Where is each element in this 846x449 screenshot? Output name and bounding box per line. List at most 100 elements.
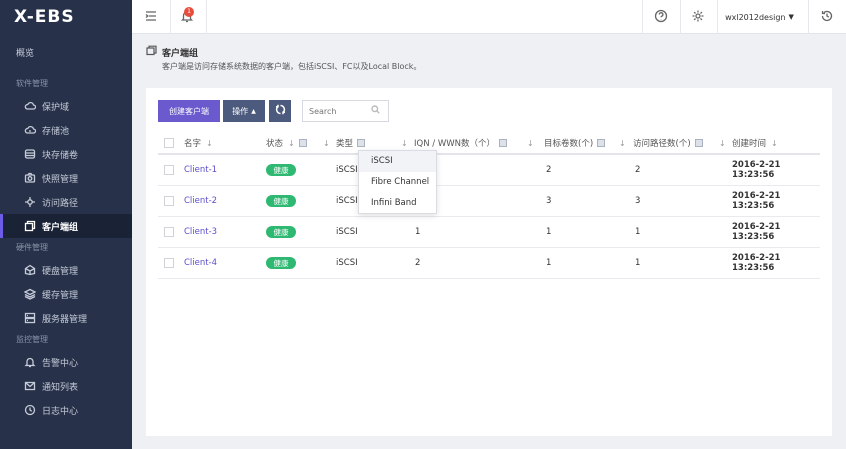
sidebar-item-storage-pool[interactable]: 存储池 [0,118,132,142]
sidebar-item-client-group[interactable]: 客户端组 [0,214,132,238]
filter-icon[interactable] [597,139,606,147]
filter-icon[interactable] [694,139,703,147]
client-name-link[interactable]: Client-2 [184,186,217,216]
dropdown-option-infini-band[interactable]: Infini Band [359,193,436,214]
sidebar-item-alerts[interactable]: 告警中心 [0,350,132,374]
sidebar-item-protection-domain[interactable]: 保护域 [0,94,132,118]
type-filter-dropdown: iSCSI Fibre Channel Infini Band [358,150,437,214]
iqn-count: 1 [415,227,421,237]
filter-icon[interactable] [499,139,507,147]
help-icon [654,9,668,26]
header-divider [642,0,643,34]
client-group-icon [146,45,162,59]
column-name[interactable]: 名字 ↓ [184,133,213,153]
search-icon[interactable] [371,105,380,117]
path-count: 2 [635,165,641,175]
bell-icon [24,356,36,368]
brand-logo: X-EBS [14,7,75,27]
column-paths[interactable]: 访问路径数(个) [633,133,703,153]
column-sort[interactable]: ↓ [614,133,626,153]
settings-button[interactable] [683,0,713,34]
sidebar-item-block-volume[interactable]: 块存储卷 [0,142,132,166]
status-badge: 健康 [266,164,296,176]
history-button[interactable] [812,0,842,34]
sort-icon: ↓ [206,138,213,148]
sidebar-item-server[interactable]: 服务器管理 [0,306,132,330]
sidebar-item-logs[interactable]: 日志中心 [0,398,132,422]
sidebar-item-disk[interactable]: 硬盘管理 [0,258,132,282]
dropdown-option-fibre-channel[interactable]: Fibre Channel [359,172,436,193]
content-card: 创建客户端 操作▲ 名字↓ 状态↓ ↓ 类型 ↓ IQN / WWN数（个） ↓… [146,88,832,436]
menu-toggle-button[interactable] [136,0,166,34]
sort-icon: ↓ [619,138,626,148]
column-sort[interactable]: ↓ [714,133,726,153]
client-type: iSCSI [336,258,358,268]
status-badge: 健康 [266,195,296,207]
sidebar-item-snapshot[interactable]: 快照管理 [0,166,132,190]
user-menu[interactable]: wxl2012design ▼ [722,0,797,34]
path-count: 1 [635,227,641,237]
select-all-checkbox[interactable] [164,138,174,148]
client-name-link[interactable]: Client-4 [184,248,217,278]
status-badge: 健康 [266,257,296,269]
sidebar-item-overview[interactable]: 概览 [0,34,132,74]
clock-icon [24,404,36,416]
filter-icon[interactable] [357,139,366,147]
header-divider [680,0,681,34]
sidebar-item-cache[interactable]: 缓存管理 [0,282,132,306]
sidebar-item-notifications[interactable]: 通知列表 [0,374,132,398]
logo: X-EBS [0,0,132,34]
sidebar-group-hardware: 硬件管理 [16,243,48,252]
sidebar-group-software: 软件管理 [16,79,48,88]
caret-up-icon: ▲ [251,107,256,115]
column-sort[interactable]: ↓ [318,133,330,153]
top-header: 1 wxl2012design ▼ [132,0,846,34]
dropdown-option-iscsi[interactable]: iSCSI [359,151,436,172]
table-row: Client-3 健康 iSCSI 1 1 1 2016-2-21 13:23:… [158,217,820,248]
caret-down-icon: ▼ [788,13,794,21]
operation-button[interactable]: 操作 ▲ [223,100,265,122]
row-checkbox[interactable] [164,258,174,268]
volume-count: 2 [546,165,552,175]
search-input[interactable] [309,106,371,116]
column-status[interactable]: 状态 ↓ [266,133,307,153]
client-name-link[interactable]: Client-3 [184,217,217,247]
filter-icon[interactable] [298,139,307,147]
header-divider [206,0,207,34]
volume-count: 3 [546,196,552,206]
table-row: Client-4 健康 iSCSI 2 1 1 2016-2-21 13:23:… [158,248,820,279]
row-checkbox[interactable] [164,165,174,175]
header-divider [808,0,809,34]
create-client-button[interactable]: 创建客户端 [158,100,220,122]
row-checkbox[interactable] [164,196,174,206]
sort-icon: ↓ [401,138,408,148]
layers-icon [24,288,36,300]
created-time: 2016-2-21 13:23:56 [732,222,781,242]
client-type: iSCSI [336,196,358,206]
status-badge: 健康 [266,226,296,238]
column-created[interactable]: 创建时间 ↓ [732,133,778,153]
sidebar-item-access-path[interactable]: 访问路径 [0,190,132,214]
header-divider [170,0,171,34]
client-name-link[interactable]: Client-1 [184,155,217,185]
sort-icon: ↓ [771,138,778,148]
sidebar-group-monitor: 监控管理 [16,335,48,344]
column-sort[interactable]: ↓ [522,133,534,153]
column-volumes[interactable]: 目标卷数(个) [544,133,606,153]
notifications-button[interactable] [172,0,202,34]
menu-icon [144,9,158,26]
client-type: iSCSI [336,165,358,175]
page-description: 客户端是访问存储系统数据的客户端，包括iSCSI、FC以及Local Block… [162,62,422,71]
mail-icon [24,380,36,392]
volume-count: 1 [546,258,552,268]
path-count: 1 [635,258,641,268]
search-box [302,100,389,122]
refresh-button[interactable] [269,100,291,122]
row-checkbox[interactable] [164,227,174,237]
username: wxl2012design [725,12,786,22]
client-group-icon [24,220,36,232]
database-icon [24,148,36,160]
notification-badge: 1 [184,7,194,17]
help-button[interactable] [646,0,676,34]
server-icon [24,312,36,324]
